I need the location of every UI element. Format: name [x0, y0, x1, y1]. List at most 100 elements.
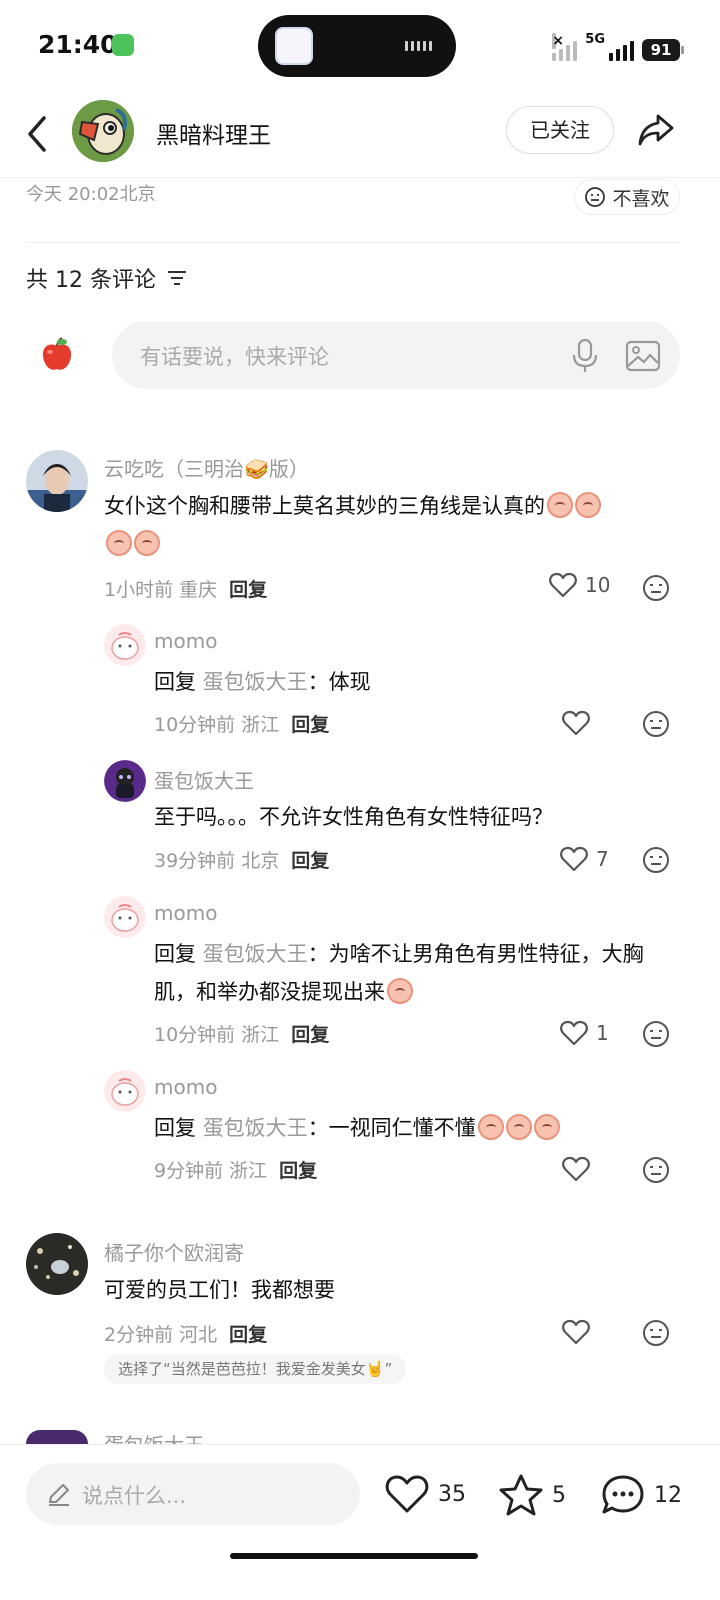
- reply-button[interactable]: 回复: [291, 1024, 329, 1046]
- reply-time-location: 39分钟前 北京: [154, 850, 280, 872]
- like-button[interactable]: 10: [549, 572, 610, 598]
- reply-meta: 10分钟前 浙江 回复: [154, 1020, 329, 1047]
- emoji-icon: [575, 492, 601, 518]
- reply-time-location: 10分钟前 浙江: [154, 1024, 280, 1046]
- say-something-input[interactable]: 说点什么...: [26, 1463, 360, 1525]
- comment-text: 可爱的员工们！我都想要: [104, 1278, 335, 1302]
- post-like-count: 35: [438, 1481, 466, 1507]
- replier-name[interactable]: momo: [154, 901, 217, 925]
- replier-name[interactable]: momo: [154, 1075, 217, 1099]
- dislike-face-icon[interactable]: [642, 1156, 670, 1184]
- follow-button[interactable]: 已关注: [506, 106, 614, 154]
- heart-icon: [385, 1475, 429, 1513]
- replier-avatar[interactable]: [104, 624, 146, 666]
- comment-text-body: 女仆这个胸和腰带上莫名其妙的三角线是认真的: [104, 494, 545, 518]
- dislike-face-icon[interactable]: [642, 710, 670, 738]
- like-count: 7: [596, 847, 609, 871]
- reply-to-user[interactable]: 蛋包饭大王: [203, 1116, 308, 1140]
- comment-text: 女仆这个胸和腰带上莫名其妙的三角线是认真的: [104, 487, 674, 563]
- dislike-button[interactable]: 不喜欢: [574, 179, 680, 215]
- wechat-icon: [112, 34, 134, 56]
- reply-to-user[interactable]: 蛋包饭大王: [203, 942, 308, 966]
- reply-text: 至于吗。。。不允许女性角色有女性特征吗？: [154, 805, 553, 829]
- reply-prefix: 回复: [154, 942, 196, 966]
- comment-time-location: 2分钟前 河北: [104, 1324, 218, 1346]
- author-name[interactable]: 黑暗料理王: [156, 116, 271, 150]
- dislike-face-icon[interactable]: [642, 846, 670, 874]
- replier-name[interactable]: 蛋包饭大王: [154, 765, 254, 794]
- commenter-avatar[interactable]: [26, 1233, 88, 1295]
- say-something-placeholder: 说点什么...: [82, 1484, 187, 1508]
- reply-button[interactable]: 回复: [229, 1324, 267, 1346]
- pencil-icon: [49, 1484, 69, 1506]
- reply-text: 回复 蛋包饭大王：一视同仁懂不懂: [154, 1109, 674, 1147]
- reply-time-location: 9分钟前 浙江: [154, 1160, 268, 1182]
- comment-input[interactable]: 有话要说，快来评论: [112, 321, 680, 389]
- replier-name[interactable]: momo: [154, 629, 217, 653]
- heart-icon: [562, 710, 590, 736]
- like-button[interactable]: [562, 1319, 598, 1345]
- reply-text-body: ：一视同仁懂不懂: [307, 1116, 476, 1140]
- reply-prefix: 回复: [154, 1116, 196, 1140]
- reply-button[interactable]: 回复: [279, 1160, 317, 1182]
- heart-icon: [560, 846, 588, 872]
- vote-choice-tag: 选择了“当然是芭芭拉！我爱金发美女🤘”: [104, 1354, 407, 1384]
- replier-avatar[interactable]: [104, 896, 146, 938]
- sort-filter-icon[interactable]: [166, 269, 188, 287]
- emoji-icon: [106, 530, 132, 556]
- heart-icon: [549, 572, 577, 598]
- home-indicator: [230, 1553, 478, 1559]
- replier-avatar[interactable]: [104, 760, 146, 802]
- commenter-avatar[interactable]: [26, 1430, 88, 1444]
- signal-icon: ×: [552, 33, 578, 61]
- status-bar: 21:40 × 5G 91: [0, 0, 720, 92]
- commenter-name[interactable]: 橘子你个欧润寄: [104, 1237, 244, 1266]
- battery-icon: 91: [642, 39, 684, 61]
- island-thumbnail: [275, 27, 313, 65]
- reply-prefix: 回复: [154, 670, 196, 694]
- comment-meta: 1小时前 重庆 回复: [104, 575, 267, 602]
- image-icon[interactable]: [624, 337, 662, 375]
- back-icon[interactable]: [22, 112, 52, 156]
- dislike-face-icon[interactable]: [642, 1020, 670, 1048]
- dislike-face-icon[interactable]: [642, 1319, 670, 1347]
- comment-bubble-icon: [602, 1475, 644, 1514]
- commenter-name[interactable]: 蛋包饭大王: [104, 1432, 204, 1444]
- commenter-name[interactable]: 云吃吃（三明治🥪版）: [104, 453, 309, 482]
- reply-to-user[interactable]: 蛋包饭大王: [203, 670, 308, 694]
- like-button[interactable]: [562, 1156, 598, 1182]
- commenter-avatar[interactable]: [26, 450, 88, 512]
- reply-meta: 10分钟前 浙江 回复: [154, 710, 329, 737]
- microphone-icon[interactable]: [568, 337, 602, 375]
- replier-avatar[interactable]: [104, 1070, 146, 1112]
- like-button[interactable]: 7: [560, 846, 609, 872]
- dislike-face-icon[interactable]: [642, 574, 670, 602]
- reply-text: 回复 蛋包饭大王：体现: [154, 663, 674, 701]
- reply-button[interactable]: 回复: [291, 850, 329, 872]
- reply-button[interactable]: 回复: [229, 579, 267, 601]
- emoji-icon: [547, 492, 573, 518]
- post-favorite-button[interactable]: 5: [498, 1473, 566, 1517]
- emoji-icon: [387, 978, 413, 1004]
- comment-input-placeholder: 有话要说，快来评论: [140, 345, 329, 369]
- post-header: 黑暗料理王 已关注: [0, 92, 720, 178]
- like-count: 1: [596, 1021, 609, 1045]
- reply-time-location: 10分钟前 浙江: [154, 714, 280, 736]
- author-avatar[interactable]: [72, 100, 134, 162]
- reply-button[interactable]: 回复: [291, 714, 329, 736]
- divider: [26, 242, 680, 243]
- like-button[interactable]: [562, 710, 598, 736]
- comment-meta: 2分钟前 河北 回复: [104, 1320, 267, 1347]
- signal-5g-icon: [609, 35, 634, 61]
- reply-meta: 39分钟前 北京 回复: [154, 846, 329, 873]
- post-like-button[interactable]: 35: [384, 1473, 466, 1515]
- post-comment-count: 12: [654, 1482, 682, 1508]
- reply-text: 回复 蛋包饭大王：为啥不让男角色有男性特征，大胸肌，和举办都没提现出来: [154, 935, 664, 1011]
- post-comment-button[interactable]: 12: [600, 1473, 682, 1517]
- heart-icon: [562, 1156, 590, 1182]
- heart-icon: [560, 1020, 588, 1046]
- share-icon[interactable]: [636, 110, 676, 150]
- like-button[interactable]: 1: [560, 1020, 609, 1046]
- emoji-icon: [134, 530, 160, 556]
- status-time: 21:40: [38, 30, 118, 59]
